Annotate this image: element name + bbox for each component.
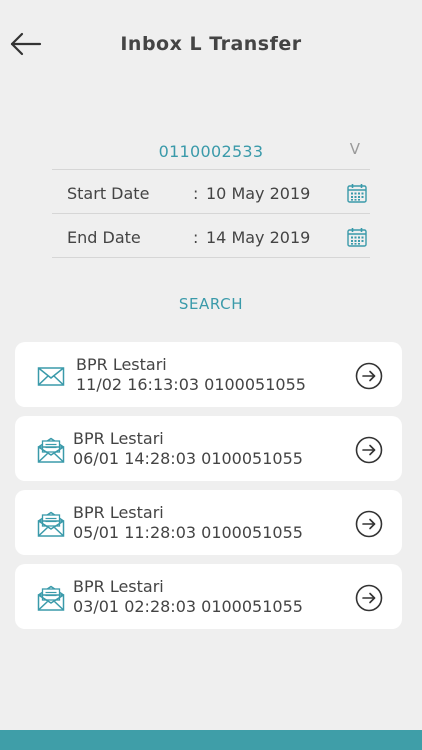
message-detail: 11/02 16:13:03 0100051055 (76, 375, 306, 394)
envelope-closed-icon (37, 367, 65, 386)
message-text: BPR Lestari 03/01 02:28:03 0100051055 (73, 577, 303, 617)
message-card[interactable]: BPR Lestari 11/02 16:13:03 0100051055 (15, 342, 402, 407)
account-number: 0110002533 (158, 142, 264, 161)
envelope-open-icon (37, 511, 65, 537)
end-date-separator: : (193, 228, 199, 247)
message-text: BPR Lestari 11/02 16:13:03 0100051055 (76, 355, 306, 395)
message-text: BPR Lestari 05/01 11:28:03 0100051055 (73, 503, 303, 543)
filter-panel: 0110002533 V Start Date : 10 May 2019 En… (52, 130, 370, 258)
message-text: BPR Lestari 06/01 14:28:03 0100051055 (73, 429, 303, 469)
search-button[interactable]: SEARCH (0, 295, 422, 313)
arrow-right-circle-icon[interactable] (355, 510, 383, 538)
message-list: BPR Lestari 11/02 16:13:03 0100051055 BP… (15, 342, 402, 638)
envelope-open-icon (37, 437, 65, 463)
message-card[interactable]: BPR Lestari 05/01 11:28:03 0100051055 (15, 490, 402, 555)
arrow-right-circle-icon[interactable] (355, 362, 383, 390)
message-sender: BPR Lestari (76, 355, 167, 374)
arrow-right-circle-icon[interactable] (355, 584, 383, 612)
end-date-value: 14 May 2019 (206, 228, 311, 247)
start-date-separator: : (193, 184, 199, 203)
calendar-icon[interactable] (347, 227, 367, 247)
header-bar: Inbox L Transfer (0, 0, 422, 90)
message-detail: 03/01 02:28:03 0100051055 (73, 597, 303, 616)
end-date-field[interactable]: End Date : 14 May 2019 (52, 214, 370, 258)
footer-bar (0, 730, 422, 750)
message-card[interactable]: BPR Lestari 03/01 02:28:03 0100051055 (15, 564, 402, 629)
message-card[interactable]: BPR Lestari 06/01 14:28:03 0100051055 (15, 416, 402, 481)
account-selector[interactable]: 0110002533 V (52, 130, 370, 170)
message-sender: BPR Lestari (73, 503, 164, 522)
message-detail: 05/01 11:28:03 0100051055 (73, 523, 303, 542)
start-date-field[interactable]: Start Date : 10 May 2019 (52, 170, 370, 214)
message-detail: 06/01 14:28:03 0100051055 (73, 449, 303, 468)
page-title: Inbox L Transfer (120, 33, 302, 55)
chevron-down-icon[interactable]: V (350, 140, 360, 158)
start-date-label: Start Date (67, 184, 150, 203)
end-date-label: End Date (67, 228, 141, 247)
arrow-right-circle-icon[interactable] (355, 436, 383, 464)
message-sender: BPR Lestari (73, 429, 164, 448)
start-date-value: 10 May 2019 (206, 184, 311, 203)
envelope-open-icon (37, 585, 65, 611)
calendar-icon[interactable] (347, 183, 367, 203)
message-sender: BPR Lestari (73, 577, 164, 596)
